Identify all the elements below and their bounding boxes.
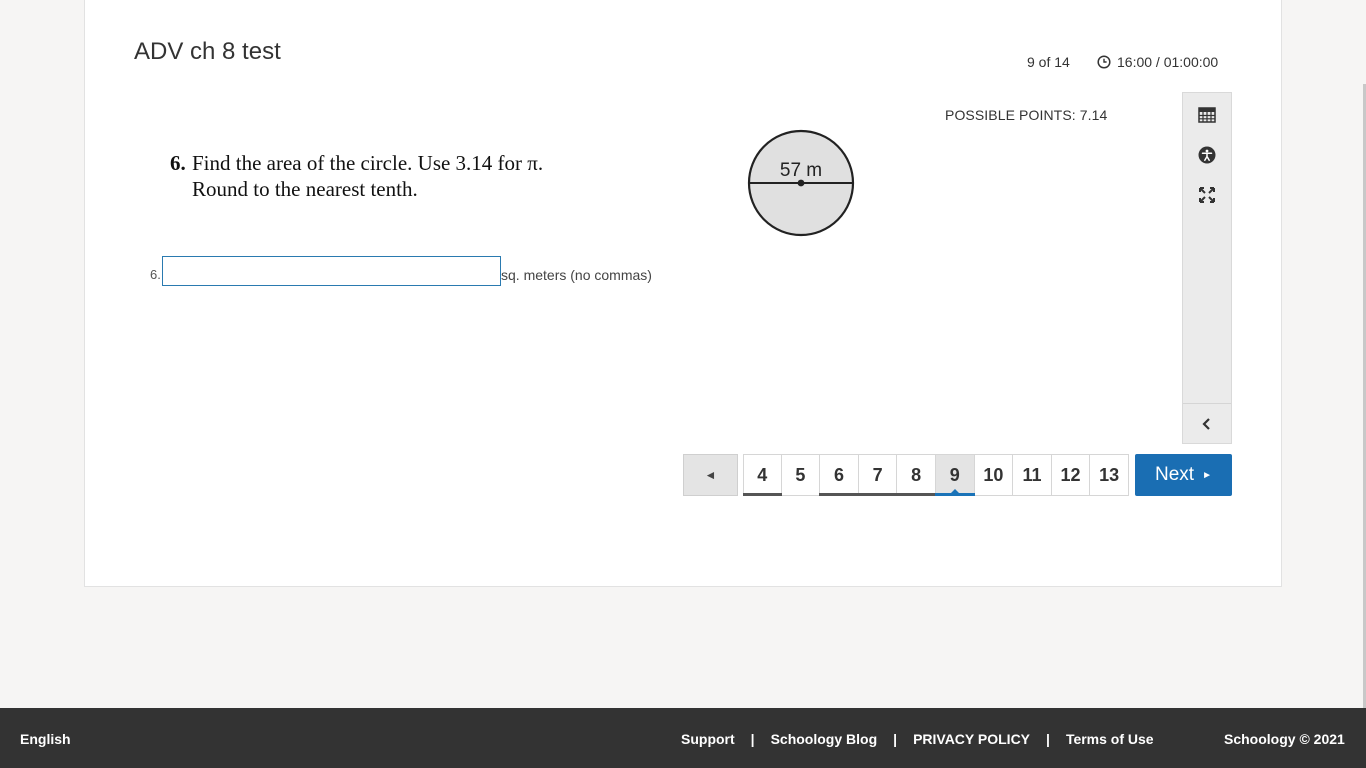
current-caret-icon bbox=[950, 489, 959, 493]
footer-separator: | bbox=[1046, 731, 1050, 747]
page-button[interactable]: 9 bbox=[934, 454, 975, 496]
footer: English Support | Schoology Blog | PRIVA… bbox=[0, 708, 1366, 768]
support-link[interactable]: Support bbox=[681, 731, 735, 747]
circle-figure: 57 m bbox=[747, 129, 855, 237]
next-label: Next bbox=[1155, 464, 1195, 485]
footer-separator: | bbox=[750, 731, 755, 747]
question-number: 6. bbox=[170, 151, 186, 175]
timer: 16:00 / 01:00:00 bbox=[1097, 54, 1218, 70]
test-card bbox=[84, 0, 1282, 587]
accessibility-button[interactable] bbox=[1183, 135, 1231, 175]
blog-link[interactable]: Schoology Blog bbox=[771, 731, 878, 747]
page-button[interactable]: 10 bbox=[974, 454, 1014, 496]
chevron-left-icon bbox=[1202, 418, 1210, 430]
question-line-2: Round to the nearest tenth. bbox=[192, 177, 418, 201]
clock-icon bbox=[1097, 55, 1111, 69]
question-line-1: Find the area of the circle. Use 3.14 fo… bbox=[192, 151, 544, 175]
timer-text: 16:00 / 01:00:00 bbox=[1117, 54, 1219, 70]
next-button[interactable]: Next ► bbox=[1135, 454, 1232, 496]
test-title: ADV ch 8 test bbox=[134, 38, 281, 65]
page-button[interactable]: 7 bbox=[857, 454, 898, 496]
previous-button[interactable]: ◄ bbox=[683, 454, 738, 496]
terms-link[interactable]: Terms of Use bbox=[1066, 731, 1154, 747]
footer-separator: | bbox=[893, 731, 898, 747]
footer-links: Support | Schoology Blog | PRIVACY POLIC… bbox=[681, 731, 1154, 747]
page-button[interactable]: 5 bbox=[781, 454, 821, 496]
page-button[interactable]: 6 bbox=[819, 454, 859, 496]
privacy-link[interactable]: PRIVACY POLICY bbox=[913, 731, 1030, 747]
language-link[interactable]: English bbox=[20, 731, 71, 747]
question-pagination: 4 5 6 7 8 9 10 11 12 13 bbox=[743, 454, 1129, 496]
answer-unit: sq. meters (no commas) bbox=[501, 267, 652, 283]
play-arrow-icon: ► bbox=[1202, 469, 1212, 481]
question-progress: 9 of 14 bbox=[1027, 54, 1070, 70]
tools-panel bbox=[1182, 92, 1232, 444]
possible-points: POSSIBLE POINTS: 7.14 bbox=[945, 107, 1108, 123]
page-button[interactable]: 4 bbox=[743, 454, 782, 496]
fullscreen-icon bbox=[1199, 187, 1215, 203]
copyright: Schoology © 2021 bbox=[1224, 731, 1345, 747]
answer-number: 6. bbox=[150, 267, 161, 282]
answer-input[interactable] bbox=[162, 256, 501, 286]
page-button[interactable]: 13 bbox=[1090, 454, 1129, 496]
diameter-label: 57 m bbox=[780, 160, 822, 181]
page-button[interactable]: 12 bbox=[1051, 454, 1091, 496]
calculator-icon bbox=[1198, 107, 1216, 123]
page-button[interactable]: 8 bbox=[896, 454, 936, 496]
page-button[interactable]: 11 bbox=[1013, 454, 1052, 496]
collapse-tools-button[interactable] bbox=[1183, 404, 1231, 444]
fullscreen-button[interactable] bbox=[1183, 175, 1231, 215]
calculator-button[interactable] bbox=[1183, 95, 1231, 135]
accessibility-icon bbox=[1198, 146, 1216, 164]
